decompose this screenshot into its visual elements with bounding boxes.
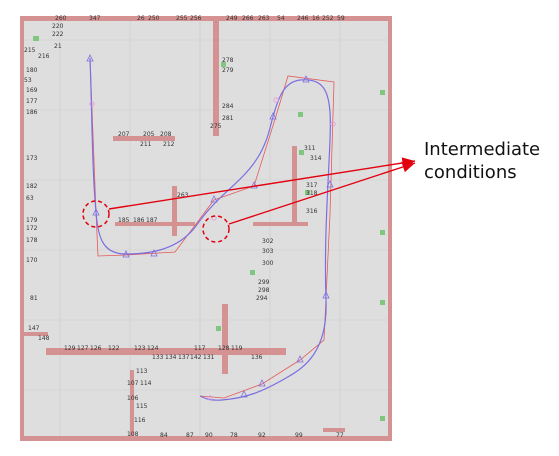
board-label: 92	[258, 432, 266, 439]
board-label: 114	[140, 380, 152, 387]
board-label: 129	[64, 345, 76, 352]
board-label: 59	[337, 15, 345, 22]
board-label: 215	[24, 47, 36, 54]
board-label: 284	[222, 103, 234, 110]
board-label: 122	[108, 345, 120, 352]
board-label: 182	[26, 183, 38, 190]
board-label: 99	[295, 432, 303, 439]
board-label: 180	[26, 67, 38, 74]
board-label: 294	[256, 295, 268, 302]
board-label: 117	[194, 345, 206, 352]
annotation-line-1: Intermediate	[424, 139, 540, 160]
board-label: 134	[165, 354, 177, 361]
board-label: 177	[26, 98, 38, 105]
board-label: 63	[26, 195, 34, 202]
board-label: 90	[205, 432, 213, 439]
annotation-line-2: conditions	[424, 162, 517, 183]
board-label: 26	[137, 15, 145, 22]
board-label: 108	[127, 431, 139, 438]
board-label: 281	[222, 115, 234, 122]
board-label: 298	[258, 287, 270, 294]
board-label: 119	[231, 345, 243, 352]
board-label: 84	[160, 432, 168, 439]
board-label: 263	[258, 15, 270, 22]
board-background	[20, 16, 392, 441]
board-label: 302	[262, 238, 274, 245]
board-label: 311	[304, 145, 316, 152]
board-label: 299	[258, 279, 270, 286]
board-label: 142	[190, 354, 202, 361]
board-label: 115	[136, 403, 148, 410]
board-label: 113	[136, 368, 148, 375]
board-label: 186	[133, 217, 145, 224]
board-label: 127	[77, 345, 89, 352]
board-label: 124	[147, 345, 159, 352]
board-label: 126	[90, 345, 102, 352]
board-label: 173	[26, 155, 38, 162]
board-label: 87	[186, 432, 194, 439]
board-label: 123	[134, 345, 146, 352]
board-label: 147	[28, 325, 40, 332]
board-label: 81	[30, 295, 38, 302]
board-label: 205	[143, 131, 155, 138]
board-label: 250	[148, 15, 160, 22]
board-label: 317	[306, 182, 318, 189]
board-label: 106	[127, 395, 139, 402]
board-label: 137	[178, 354, 190, 361]
board-label: 347	[89, 15, 101, 22]
board-label: 211	[140, 141, 152, 148]
board-label: 185	[118, 217, 130, 224]
board-label: 208	[160, 131, 172, 138]
board-label: 179	[26, 217, 38, 224]
board-label: 131	[203, 354, 215, 361]
board-label: 216	[38, 53, 50, 60]
board-label: 249	[226, 15, 238, 22]
board-label: 212	[163, 141, 175, 148]
board-label: 266	[242, 15, 254, 22]
board-label: 133	[152, 354, 164, 361]
board-label: 314	[310, 155, 322, 162]
board-label: 207	[118, 131, 130, 138]
board-label: 77	[336, 432, 344, 439]
board-label: 187	[146, 217, 158, 224]
board-label: 178	[26, 237, 38, 244]
board-label: 255	[176, 15, 188, 22]
board-label: 279	[222, 67, 234, 74]
board-label: 303	[262, 248, 274, 255]
board-label: 21	[54, 43, 62, 50]
board-label: 246	[297, 15, 309, 22]
routing-diagram: 260 347 26 250 255 256 249 266 263 54 24…	[20, 15, 540, 441]
board-label: 128	[218, 345, 230, 352]
board-label: 116	[134, 417, 146, 424]
board-label: 220	[52, 23, 64, 30]
board-label: 275	[210, 123, 222, 130]
board-label: 169	[26, 87, 38, 94]
board-label: 53	[24, 77, 32, 84]
board-label: 222	[52, 31, 64, 38]
board-label: 172	[26, 225, 38, 232]
board-label: 300	[262, 260, 274, 267]
board-label: 316	[306, 208, 318, 215]
board-label: 136	[251, 354, 263, 361]
board-label: 252	[322, 15, 334, 22]
board-label: 107	[127, 380, 139, 387]
board-label: 260	[55, 15, 67, 22]
board-label: 256	[190, 15, 202, 22]
board-label: 54	[277, 15, 285, 22]
board-label: 278	[222, 57, 234, 64]
board-label: 148	[38, 335, 50, 342]
board-label: 170	[26, 257, 38, 264]
board-label: 186	[26, 109, 38, 116]
board-label: 78	[230, 432, 238, 439]
board-label: 16	[312, 15, 320, 22]
